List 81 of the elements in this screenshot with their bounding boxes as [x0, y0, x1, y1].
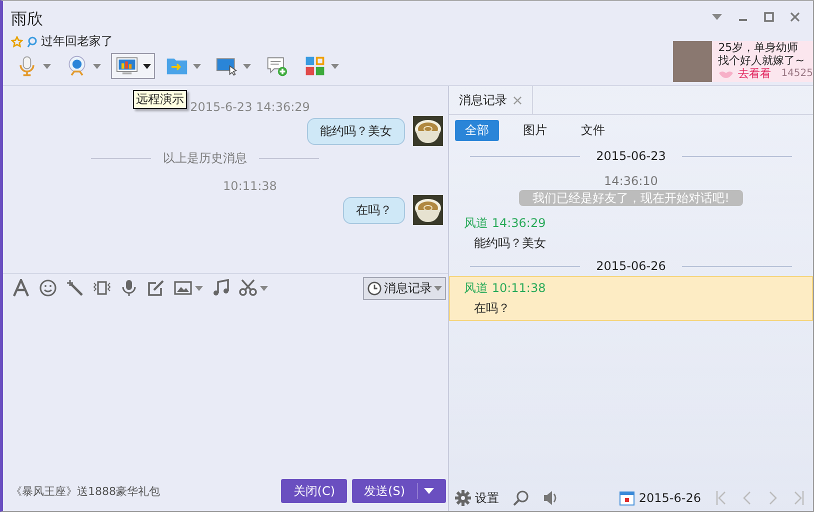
- toolbar-button[interactable]: [111, 53, 155, 79]
- caret-icon: [331, 64, 339, 68]
- monitor-chart-icon: [115, 55, 139, 77]
- date-separator: 2015-06-23: [596, 149, 666, 163]
- message-time: 10:11:38: [492, 281, 546, 295]
- input-tool-button[interactable]: [12, 279, 30, 297]
- message-text: 在吗？: [473, 300, 511, 317]
- caret-icon: [434, 286, 442, 290]
- input-tool-button[interactable]: [174, 279, 203, 297]
- timestamp: 14:36:10: [603, 174, 659, 188]
- ad-text: 25岁，单身幼师: [718, 41, 800, 54]
- input-tool-button[interactable]: [39, 279, 57, 297]
- wand-icon: [66, 279, 84, 297]
- history-divider-text: 以上是历史消息: [163, 150, 247, 167]
- ad-link[interactable]: 去看看: [738, 67, 772, 80]
- settings-label[interactable]: 设置: [475, 490, 499, 506]
- input-tool-button[interactable]: [93, 279, 111, 297]
- search-icon[interactable]: [513, 490, 529, 506]
- settings-icon[interactable]: [455, 490, 471, 506]
- caret-icon: [93, 64, 101, 68]
- input-tool-button[interactable]: [120, 279, 138, 297]
- promo-link[interactable]: 《暴风王座》送1888豪华礼包: [11, 484, 160, 498]
- date-label: 2015-6-26: [638, 491, 701, 505]
- sender-name: 风道: [464, 216, 488, 230]
- smiley-icon: [39, 279, 57, 297]
- history-message[interactable]: 风道 14:36:29 能约吗？美女: [449, 211, 813, 256]
- photo-placeholder: [673, 41, 712, 82]
- status-text: 过年回老家了: [41, 33, 113, 50]
- history-message[interactable]: 风道 10:11:38 在吗？: [449, 276, 813, 321]
- coffee-cup-avatar: [413, 195, 443, 225]
- image-icon: [174, 279, 192, 297]
- input-tool-button[interactable]: [147, 279, 165, 297]
- message-bubble: 在吗？: [343, 196, 405, 224]
- message-plus-icon: [265, 55, 289, 77]
- filter-tab[interactable]: 图片: [513, 120, 557, 141]
- close-icon[interactable]: [513, 96, 522, 104]
- caret-icon: [193, 64, 201, 68]
- timestamp: 10:11:38: [223, 179, 277, 195]
- timestamp: 2015-6-23 14:36:29: [190, 100, 310, 116]
- date-separator: 2015-06-26: [596, 259, 666, 273]
- caret-icon: [195, 286, 203, 290]
- action-button[interactable]: 发送(S): [352, 479, 446, 503]
- input-tool-button[interactable]: [212, 279, 230, 297]
- clock-icon: [367, 280, 382, 296]
- microphone-icon: [120, 279, 138, 297]
- scissors-icon: [239, 279, 257, 297]
- filter-tab[interactable]: 全部: [455, 120, 499, 141]
- filter-tab[interactable]: 文件: [571, 120, 615, 141]
- lips-icon: [718, 70, 734, 78]
- font-icon: [12, 279, 30, 297]
- message-history-button[interactable]: 消息记录: [363, 276, 446, 300]
- grid-icon: [303, 55, 327, 77]
- ad-text: 找个好人就嫁了~: [718, 54, 806, 67]
- star-icon: [11, 36, 23, 48]
- history-tab[interactable]: 消息记录: [449, 86, 533, 114]
- tooltip: 远程演示: [133, 90, 187, 109]
- caret-icon: [143, 64, 151, 68]
- view-count: 14525: [781, 67, 813, 80]
- edit-icon: [147, 279, 165, 297]
- caret-icon: [243, 64, 251, 68]
- input-tool-button[interactable]: [239, 279, 268, 297]
- message-time: 14:36:29: [492, 216, 546, 230]
- calendar-icon[interactable]: [618, 490, 635, 506]
- speaker-icon[interactable]: [543, 490, 559, 506]
- caret-icon[interactable]: [424, 488, 434, 494]
- caret-icon: [43, 64, 51, 68]
- shake-icon: [93, 279, 111, 297]
- maximize-icon[interactable]: [763, 11, 775, 23]
- monitor-cursor-icon: [215, 55, 239, 77]
- input-tool-button[interactable]: [66, 279, 84, 297]
- action-button[interactable]: 关闭(C): [281, 479, 348, 503]
- music-note-icon: [212, 279, 230, 297]
- message-bubble: 能约吗？美女: [307, 118, 405, 144]
- sender-name: 风道: [464, 281, 488, 295]
- system-message: 我们已经是好友了，现在开始对话吧!: [518, 190, 744, 206]
- coffee-cup-avatar: [413, 116, 443, 146]
- window-title: 雨欣: [11, 9, 44, 30]
- caret-icon: [260, 286, 268, 290]
- message-text: 能约吗？美女: [473, 235, 547, 252]
- ad-banner[interactable]: 25岁，单身幼师 找个好人就嫁了~ 去看看 14525: [673, 41, 813, 82]
- close-icon[interactable]: [789, 11, 801, 23]
